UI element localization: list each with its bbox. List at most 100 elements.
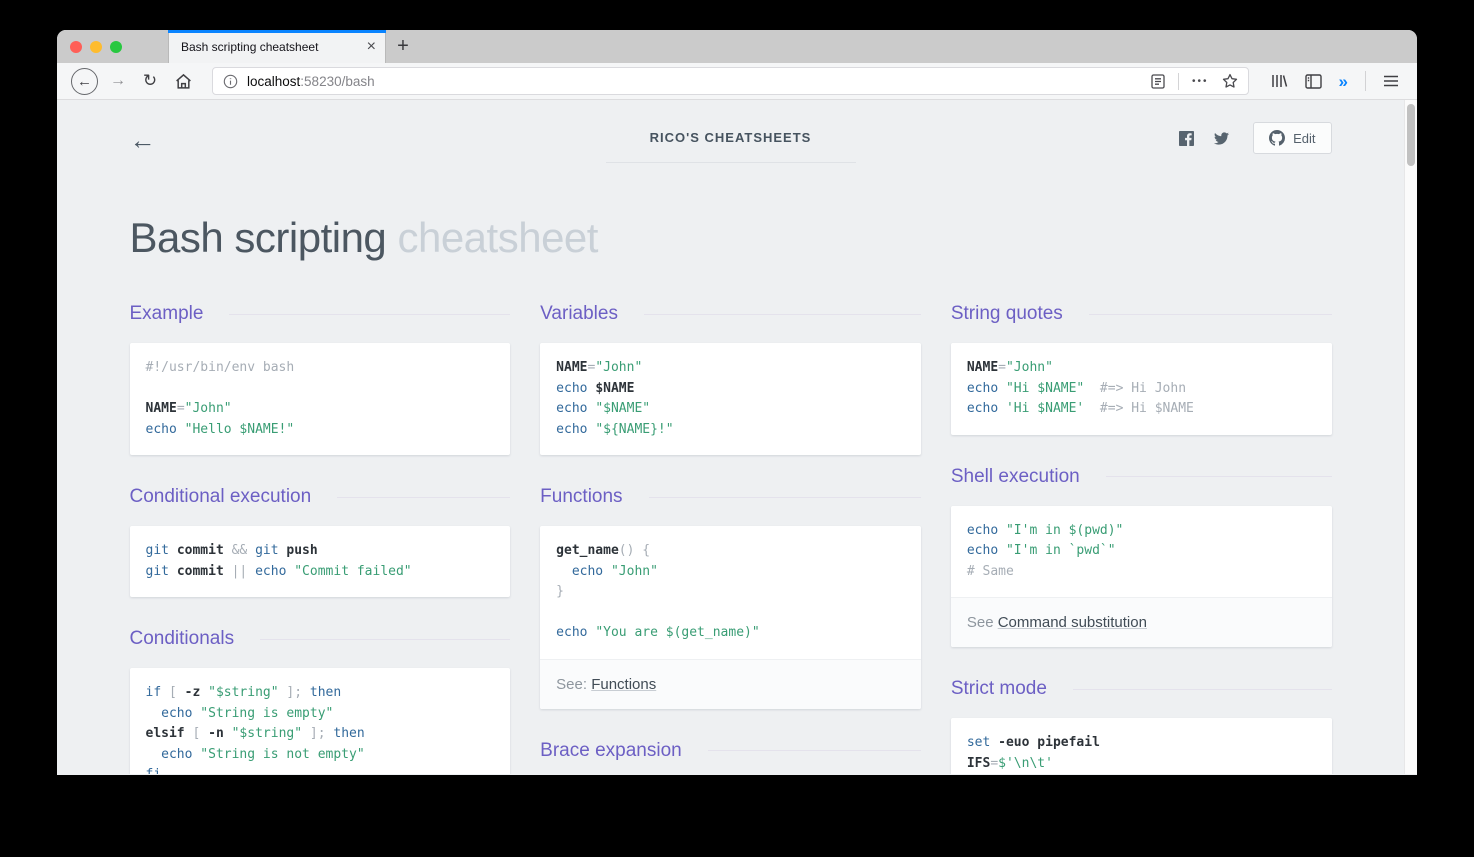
code-token [146, 747, 162, 762]
code-token: NAME [556, 360, 587, 375]
section-heading-rule [1073, 689, 1332, 690]
code-token [247, 543, 255, 558]
code-token [146, 706, 162, 721]
url-text: localhost:58230/bash [247, 74, 1151, 89]
see-link[interactable]: Command substitution [998, 614, 1147, 631]
code-token: echo [556, 422, 587, 437]
back-icon[interactable]: ← [71, 68, 98, 95]
sidebar-icon[interactable] [1305, 74, 1322, 89]
section-heading-rule [229, 314, 510, 315]
code-token: () [619, 543, 635, 558]
code-token [998, 381, 1006, 396]
section-heading-rule [337, 497, 510, 498]
code-block: if [ -z "$string" ]; then echo "String i… [130, 668, 511, 774]
section-heading: Variables [540, 302, 921, 326]
see-label: See [967, 614, 998, 631]
facebook-icon[interactable] [1179, 131, 1194, 146]
code-block: #!/usr/bin/env bash NAME="John" echo "He… [130, 343, 511, 455]
minimize-window-button[interactable] [90, 41, 102, 53]
reader-mode-icon[interactable] [1151, 74, 1165, 89]
code-token: #=> Hi John [1100, 381, 1186, 396]
active-tab-indicator [168, 30, 386, 33]
overflow-menu-icon[interactable]: » [1339, 73, 1348, 90]
cheatsheet-column: String quotes NAME="John" echo "Hi $NAME"… [951, 302, 1332, 774]
code-token: "I'm in $(pwd)" [1006, 523, 1123, 538]
code-token: echo [967, 543, 998, 558]
code-card: #!/usr/bin/env bash NAME="John" echo "He… [130, 343, 511, 455]
code-token: NAME [967, 360, 998, 375]
code-token: "Commit failed" [294, 564, 411, 579]
home-icon[interactable] [170, 73, 196, 90]
code-token: && [232, 543, 248, 558]
zoom-window-button[interactable] [110, 41, 122, 53]
code-token: { [642, 543, 650, 558]
code-token [224, 564, 232, 579]
code-token: fi [146, 767, 162, 774]
code-token: = [177, 401, 185, 416]
page-back-icon[interactable]: ← [130, 125, 156, 155]
code-token [169, 543, 177, 558]
library-icon[interactable] [1271, 73, 1288, 89]
scrollbar-thumb[interactable] [1407, 104, 1415, 166]
code-card: echo "I'm in $(pwd)" echo "I'm in `pwd`"… [951, 506, 1332, 648]
code-token: $'\n\t' [998, 756, 1053, 771]
urlbar-separator [1178, 73, 1179, 90]
code-token [556, 564, 572, 579]
tab-close-icon[interactable]: × [367, 39, 376, 55]
url-bar[interactable]: localhost:58230/bash ••• [212, 67, 1249, 95]
hamburger-menu-icon[interactable] [1383, 74, 1399, 88]
code-token [998, 543, 1006, 558]
code-token [224, 726, 232, 741]
section-heading-rule [649, 497, 921, 498]
code-token: git [255, 543, 278, 558]
section-heading-rule [1106, 476, 1332, 477]
code-card: set -euo pipefail IFS=$'\n\t' [951, 718, 1332, 774]
code-token [302, 685, 310, 700]
code-token: elsif [146, 726, 185, 741]
browser-window: Bash scripting cheatsheet × + ← → ↻ loca… [57, 30, 1417, 775]
card-footer: See: Functions [540, 659, 921, 709]
site-info-icon[interactable] [223, 74, 238, 89]
section-heading-rule [1089, 314, 1332, 315]
code-token [200, 726, 208, 741]
nav-toolbar: ← → ↻ localhost:58230/bash • [57, 63, 1417, 100]
section-heading: Example [130, 302, 511, 326]
reload-icon[interactable]: ↻ [138, 71, 162, 91]
section-heading-label: String quotes [951, 303, 1063, 325]
code-token: "John" [1006, 360, 1053, 375]
new-tab-button[interactable]: + [386, 30, 420, 63]
code-token [990, 735, 998, 750]
code-token [998, 523, 1006, 538]
code-token: 'Hi $NAME' [1006, 401, 1084, 416]
bookmark-star-icon[interactable] [1222, 73, 1238, 89]
forward-icon[interactable]: → [106, 72, 130, 90]
page-scrollbar[interactable] [1404, 100, 1417, 774]
code-token: # Same [967, 564, 1014, 579]
code-token: commit [177, 564, 224, 579]
close-window-button[interactable] [70, 41, 82, 53]
code-card: get_name() { echo "John" } echo "You are… [540, 526, 921, 709]
code-token: echo [556, 401, 587, 416]
page-actions-icon[interactable]: ••• [1192, 76, 1209, 87]
code-token [161, 685, 169, 700]
code-token: "$NAME" [595, 401, 650, 416]
edit-button-label: Edit [1293, 131, 1315, 146]
page-title-suffix: cheatsheet [397, 214, 598, 261]
see-link[interactable]: Functions [591, 676, 656, 693]
code-token [177, 685, 185, 700]
code-token: echo [967, 401, 998, 416]
code-token: "$string" [208, 685, 278, 700]
section-heading-label: Conditional execution [130, 486, 312, 508]
section-heading-rule [644, 314, 921, 315]
twitter-icon[interactable] [1213, 131, 1230, 146]
code-card: NAME="John" echo "Hi $NAME" #=> Hi John … [951, 343, 1332, 435]
code-token: || [232, 564, 248, 579]
code-block: NAME="John" echo $NAME echo "$NAME" echo… [540, 343, 921, 455]
browser-tab[interactable]: Bash scripting cheatsheet × [168, 30, 386, 63]
code-token: "John" [595, 360, 642, 375]
code-token: set [967, 735, 990, 750]
edit-button[interactable]: Edit [1253, 122, 1331, 154]
code-card: git commit && git push git commit || ech… [130, 526, 511, 597]
section-heading-label: Shell execution [951, 466, 1080, 488]
code-token [224, 543, 232, 558]
